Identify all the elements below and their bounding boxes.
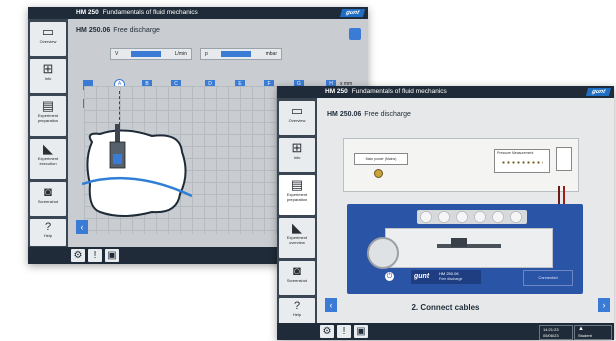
alert-icon[interactable]: ! [337,325,351,338]
sidebar-item-experiment-execution[interactable]: ◣ Experiment execution [30,139,66,179]
dashed-guide [119,91,120,125]
caliper-display [451,238,467,247]
experiment-board: ⏻ gunt HM 250.06 Free discharge Connecte… [347,204,583,294]
sidebar: ▭ Overview ⊞ Info ▤ Experiment preparati… [28,19,68,247]
bottom-bar: ⚙ ! ▣ 14:21:23 05/06/23 ▲ Student [277,323,614,340]
caliper [437,244,501,248]
sidebar-item-experiment-preparation[interactable]: ▤ Experiment preparation [30,96,66,136]
sidebar-item-info[interactable]: ⊞ Info [30,59,66,93]
arrow-left-icon: ‹ [80,222,84,232]
sidebar-item-label: Info [44,76,52,81]
pressure-value [221,51,251,57]
experiment-code: HM 250.06 [76,27,111,34]
user-name: Student [578,333,592,338]
sidebar-item-overview[interactable]: ▭ Overview [30,22,66,56]
date-text: 05/06/23 [543,333,559,338]
pressure-unit: mbar [265,51,277,57]
book-icon: ⊞ [42,61,54,76]
pressure-label: p [205,51,208,57]
camera-icon: ◙ [44,184,52,199]
app-code: HM 250 [76,9,99,16]
sidebar-item-screenshot[interactable]: ◙ Screenshot [30,182,66,216]
settings-icon[interactable]: ⚙ [71,249,85,262]
probe-tip [113,154,122,164]
board-label: HM 250.06 [439,271,459,276]
chart-icon: ◣ [43,141,53,156]
flow-rate-value [131,51,161,57]
monitor-icon: ▭ [41,24,55,39]
page-title: HM 250.06 Free discharge [76,27,160,34]
sidebar-item-help[interactable]: ? Help [30,219,66,246]
corner-button[interactable] [349,28,361,40]
board-label-plate: gunt HM 250.06 Free discharge [411,270,481,284]
nozzle-gauge [367,237,399,269]
arrow-right-icon: › [602,300,606,310]
sidebar-item-label: Help [43,233,53,238]
water-outline [86,129,187,217]
title-bar: HM 250 Fundamentals of fluid mechanics gu… [28,7,368,19]
preparation-icon: ▤ [41,98,55,113]
app-title: Fundamentals of fluid mechanics [102,9,198,16]
board-brand: gunt [414,273,430,280]
gunt-logo: gunt [339,9,366,17]
previous-button[interactable]: ‹ [76,220,88,234]
arrow-left-icon: ‹ [329,300,333,310]
sidebar-item-label: Experiment execution [37,156,59,166]
clock: 14:21:23 05/06/23 [539,325,573,340]
alert-icon[interactable]: ! [88,249,102,262]
previous-button[interactable]: ‹ [325,298,337,312]
sidebar-item-label: Screenshot [37,199,59,204]
front-window: HM 250 Fundamentals of fluid mechanics gu… [277,86,614,340]
time-text: 14:21:23 [543,327,559,332]
device-icon[interactable]: ▣ [105,249,119,262]
sidebar-item-label: Experiment preparation [37,113,59,123]
pressure-field: p mbar [200,48,282,60]
device-icon[interactable]: ▣ [354,325,368,338]
flow-rate-unit: L/min [174,51,187,57]
flow-rate-field: V L/min [110,48,192,60]
board-sublabel: Free discharge [439,277,463,281]
discharge-diagram [82,124,192,217]
settings-icon[interactable]: ⚙ [320,325,334,338]
user-icon: ▲ [578,326,584,332]
flow-rate-label: V [115,51,119,57]
test-bench [385,228,553,268]
valve-rack [417,210,527,224]
experiment-title: Free discharge [113,27,160,34]
user-badge[interactable]: ▲ Student [574,325,612,340]
next-button[interactable]: › [598,298,610,312]
board-status-button[interactable]: Connected [523,270,573,286]
help-icon: ? [44,221,52,233]
board-status-label: Connected [538,275,558,280]
power-button[interactable]: ⏻ [385,272,394,281]
probe-rod [115,124,120,144]
sidebar-item-label: Overview [39,39,57,44]
